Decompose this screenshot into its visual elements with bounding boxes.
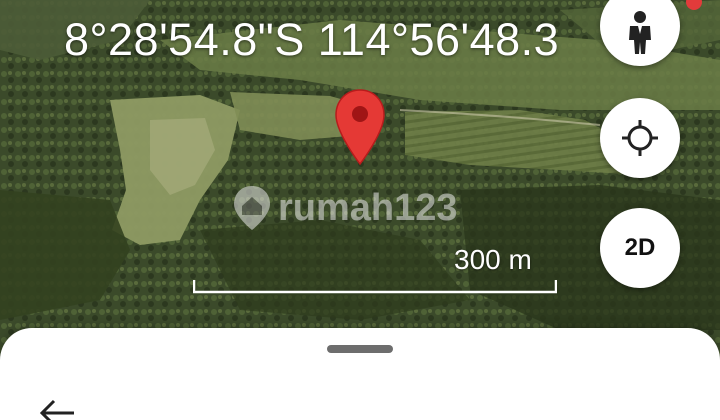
coordinates-label: 8°28'54.8"S 114°56'48.3	[64, 14, 560, 65]
location-pin-icon[interactable]	[334, 88, 386, 166]
scale-bar	[193, 280, 557, 294]
watermark: rumah123	[232, 184, 458, 232]
bottom-sheet	[0, 328, 720, 420]
scale-label: 300 m	[454, 244, 532, 275]
sheet-drag-handle[interactable]	[327, 345, 393, 353]
crosshair-icon	[622, 120, 658, 156]
watermark-text: rumah123	[278, 186, 458, 229]
map-mode-button[interactable]: 2D	[600, 208, 680, 288]
locate-button[interactable]	[600, 98, 680, 178]
map-mode-label: 2D	[624, 234, 656, 261]
person-icon	[629, 11, 651, 54]
arrow-left-icon[interactable]	[36, 398, 80, 420]
watermark-logo-icon	[234, 186, 270, 230]
map-app: 8°28'54.8"S 114°56'48.3 rumah123 300 m 2…	[0, 0, 720, 420]
